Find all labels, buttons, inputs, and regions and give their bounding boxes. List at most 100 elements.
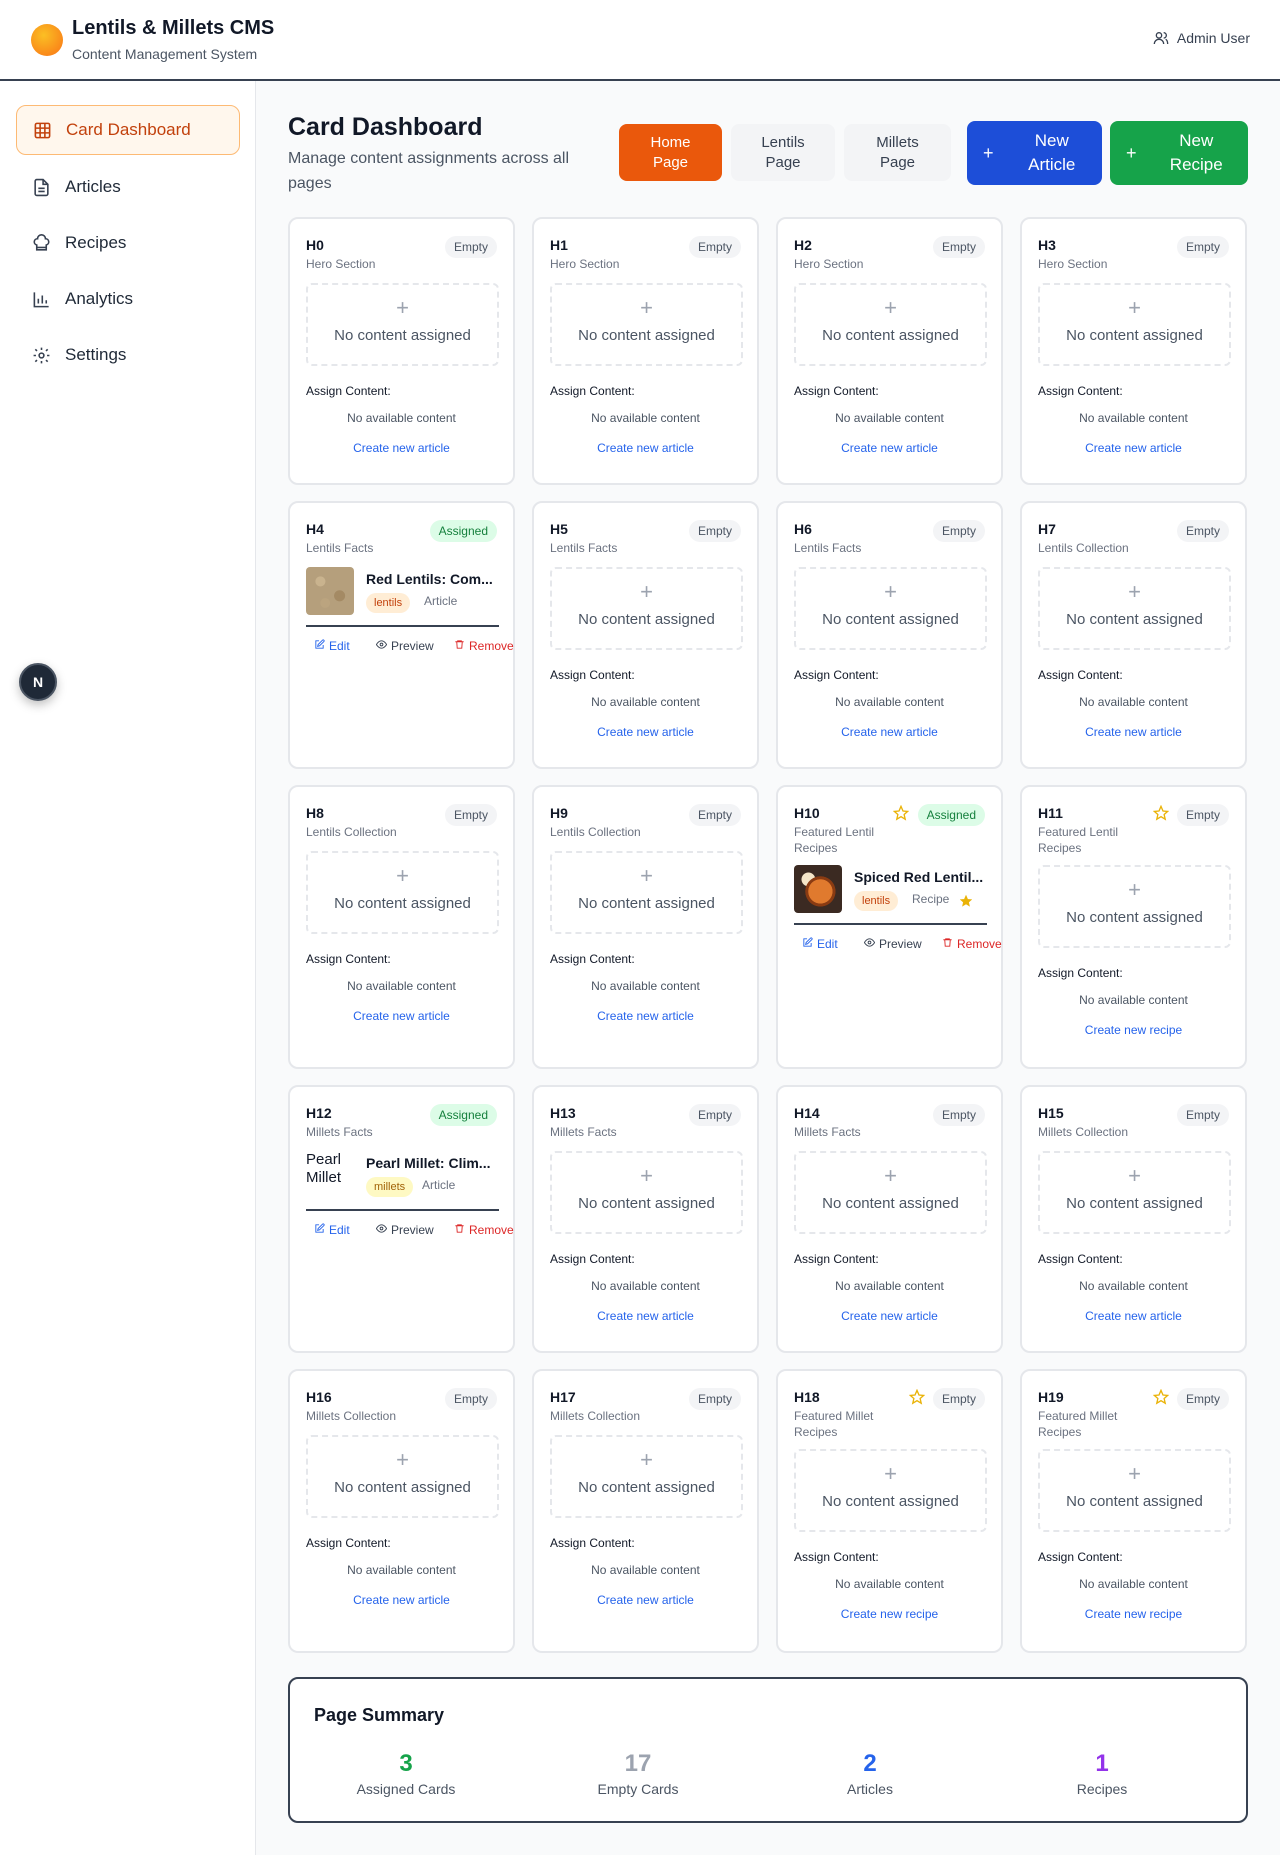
dev-tools-badge[interactable]: N (19, 663, 57, 701)
preview-button[interactable]: Preview (863, 937, 942, 951)
user-icon (1153, 32, 1169, 45)
empty-dropzone[interactable]: + No content assigned (1038, 567, 1231, 650)
sidebar-item-label: Analytics (65, 289, 134, 308)
create-new-link[interactable]: Create new article (778, 725, 1001, 739)
empty-dropzone[interactable]: + No content assigned (794, 1449, 987, 1532)
remove-button[interactable]: Remove (454, 1223, 514, 1237)
assigned-content-item[interactable]: Pearl Millet Pearl Millet: Clim... mille… (306, 1151, 499, 1211)
plus-icon: + (396, 1447, 409, 1472)
empty-dropzone[interactable]: + No content assigned (1038, 865, 1231, 948)
create-new-link[interactable]: Create new article (1022, 441, 1245, 455)
user-menu[interactable]: Admin User (1153, 30, 1250, 46)
no-available-text: No available content (591, 1563, 700, 1577)
create-new-link[interactable]: Create new article (1022, 1309, 1245, 1323)
empty-dropzone[interactable]: + No content assigned (1038, 1151, 1231, 1234)
assigned-content-item[interactable]: Red Lentils: Com... lentils Article (306, 567, 499, 627)
empty-dropzone[interactable]: + No content assigned (794, 283, 987, 366)
assigned-content-item[interactable]: Spiced Red Lentil... lentils Recipe (794, 865, 987, 925)
preview-button[interactable]: Preview (375, 639, 454, 653)
empty-dropzone[interactable]: + No content assigned (550, 1151, 743, 1234)
edit-button[interactable]: Edit (314, 1223, 376, 1237)
card-id: H16 (306, 1389, 332, 1405)
create-new-link[interactable]: Create new article (534, 725, 757, 739)
create-new-link[interactable]: Create new article (534, 1009, 757, 1023)
no-available-text: No available content (591, 411, 700, 425)
empty-dropzone[interactable]: + No content assigned (550, 851, 743, 934)
stat-assigned-cards: 3 Assigned Cards (290, 1749, 522, 1797)
plus-icon: + (640, 1163, 653, 1188)
eye-icon (375, 1223, 388, 1237)
create-new-link[interactable]: Create new article (1022, 725, 1245, 739)
sidebar-item-label: Recipes (65, 233, 127, 252)
card-type: Hero Section (794, 257, 864, 271)
sidebar-item-label: Settings (65, 345, 127, 364)
card-id: H12 (306, 1105, 332, 1121)
create-new-link[interactable]: Create new article (290, 441, 513, 455)
empty-dropzone[interactable]: + No content assigned (550, 567, 743, 650)
content-title: Red Lentils: Com... (366, 571, 493, 587)
content-card: H3 Hero Section Empty + No content assig… (1020, 217, 1247, 485)
create-new-link[interactable]: Create new article (290, 1593, 513, 1607)
create-new-link[interactable]: Create new article (290, 1009, 513, 1023)
content-card: H7 Lentils Collection Empty + No content… (1020, 501, 1247, 769)
content-card: H13 Millets Facts Empty + No content ass… (532, 1085, 759, 1353)
empty-dropzone[interactable]: + No content assigned (794, 567, 987, 650)
user-name: Admin User (1176, 30, 1250, 46)
create-new-link[interactable]: Create new article (778, 1309, 1001, 1323)
new-article-button[interactable]: + New Article (967, 121, 1102, 185)
logo-icon (31, 24, 63, 56)
card-type: Featured Millet Recipes (794, 1409, 874, 1439)
sidebar-item-articles[interactable]: Articles (16, 162, 240, 212)
plus-icon: + (1128, 295, 1141, 320)
sidebar-item-recipes[interactable]: Recipes (16, 218, 240, 268)
sidebar-item-card-dashboard[interactable]: Card Dashboard (16, 105, 240, 155)
create-new-link[interactable]: Create new article (534, 441, 757, 455)
empty-dropzone[interactable]: + No content assigned (550, 1435, 743, 1518)
empty-dropzone[interactable]: + No content assigned (1038, 1449, 1231, 1532)
no-available-text: No available content (591, 1279, 700, 1293)
content-card: H15 Millets Collection Empty + No conten… (1020, 1085, 1247, 1353)
grid-icon (34, 122, 51, 138)
create-new-link[interactable]: Create new article (534, 1309, 757, 1323)
sidebar-item-settings[interactable]: Settings (16, 330, 240, 380)
content-card: H10 Featured Lentil Recipes Assigned Spi… (776, 785, 1003, 1069)
preview-button[interactable]: Preview (375, 1223, 454, 1237)
stat-label: Assigned Cards (356, 1781, 456, 1797)
card-id: H13 (550, 1105, 576, 1121)
remove-button[interactable]: Remove (454, 639, 514, 653)
empty-dropzone[interactable]: + No content assigned (794, 1151, 987, 1234)
no-available-text: No available content (591, 979, 700, 993)
content-card: H6 Lentils Facts Empty + No content assi… (776, 501, 1003, 769)
empty-dropzone[interactable]: + No content assigned (306, 1435, 499, 1518)
create-new-link[interactable]: Create new article (534, 1593, 757, 1607)
new-recipe-button[interactable]: + New Recipe (1110, 121, 1248, 185)
no-available-text: No available content (591, 695, 700, 709)
stat-label: Empty Cards (597, 1781, 679, 1797)
status-badge: Assigned (429, 520, 497, 542)
content-card: H12 Millets Facts Assigned Pearl Millet … (288, 1085, 515, 1353)
tab-home-page[interactable]: Home Page (619, 124, 722, 181)
sidebar-item-analytics[interactable]: Analytics (16, 274, 240, 324)
assign-content-label: Assign Content: (550, 952, 635, 966)
no-available-text: No available content (1079, 411, 1188, 425)
no-content-text: No content assigned (1066, 327, 1203, 344)
empty-dropzone[interactable]: + No content assigned (306, 851, 499, 934)
empty-dropzone[interactable]: + No content assigned (550, 283, 743, 366)
card-type: Millets Facts (794, 1125, 861, 1139)
empty-dropzone[interactable]: + No content assigned (306, 283, 499, 366)
tab-lentils-page[interactable]: Lentils Page (731, 124, 835, 181)
edit-button[interactable]: Edit (314, 639, 376, 653)
status-badge: Empty (444, 236, 497, 258)
edit-button[interactable]: Edit (802, 937, 864, 951)
empty-dropzone[interactable]: + No content assigned (1038, 283, 1231, 366)
tab-millets-page[interactable]: Millets Page (844, 124, 951, 181)
create-new-link[interactable]: Create new recipe (1022, 1023, 1245, 1037)
card-type: Millets Facts (550, 1125, 617, 1139)
stat-value: 2 (863, 1750, 877, 1777)
create-new-link[interactable]: Create new recipe (1022, 1607, 1245, 1621)
create-new-link[interactable]: Create new article (778, 441, 1001, 455)
no-content-text: No content assigned (578, 1479, 715, 1496)
remove-button[interactable]: Remove (942, 937, 1002, 951)
create-new-link[interactable]: Create new recipe (778, 1607, 1001, 1621)
status-badge: Empty (444, 1388, 497, 1410)
